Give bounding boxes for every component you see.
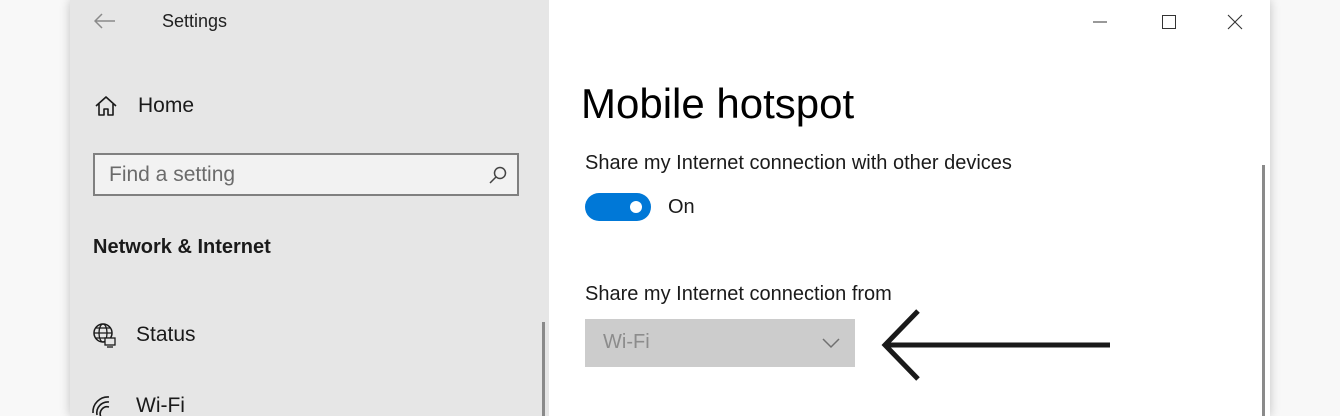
wifi-icon bbox=[90, 392, 118, 416]
dropdown-value: Wi-Fi bbox=[603, 331, 650, 353]
share-from-label: Share my Internet connection from bbox=[585, 283, 892, 305]
main-content: Mobile hotspot Share my Internet connect… bbox=[549, 0, 1270, 416]
sidebar-item-label: Status bbox=[136, 323, 196, 346]
content-scrollbar[interactable] bbox=[1262, 165, 1265, 416]
maximize-button[interactable] bbox=[1149, 6, 1189, 38]
toggle-state-label: On bbox=[668, 196, 695, 218]
minimize-button[interactable] bbox=[1080, 6, 1120, 38]
connection-source-dropdown[interactable]: Wi-Fi bbox=[585, 319, 855, 367]
search-icon[interactable] bbox=[488, 165, 508, 185]
sidebar-item-home[interactable]: Home bbox=[92, 92, 194, 120]
chevron-down-icon bbox=[822, 338, 840, 349]
maximize-icon bbox=[1162, 15, 1176, 29]
back-arrow-icon bbox=[94, 13, 115, 29]
search-box[interactable] bbox=[93, 153, 519, 196]
toggle-knob bbox=[630, 201, 642, 213]
sidebar: Settings Home Network & Internet bbox=[70, 0, 549, 416]
sidebar-item-label: Home bbox=[138, 94, 195, 117]
search-input[interactable] bbox=[109, 155, 479, 194]
back-button[interactable] bbox=[90, 6, 120, 36]
sidebar-scrollbar[interactable] bbox=[542, 322, 545, 416]
section-heading: Network & Internet bbox=[93, 236, 271, 258]
desktop-background: Settings Home Network & Internet bbox=[0, 0, 1340, 416]
globe-monitor-icon bbox=[90, 321, 118, 349]
page-title: Mobile hotspot bbox=[581, 80, 855, 127]
close-button[interactable] bbox=[1215, 6, 1255, 38]
minimize-icon bbox=[1093, 21, 1107, 23]
settings-window: Settings Home Network & Internet bbox=[70, 0, 1270, 416]
pointer-arrow-icon bbox=[881, 309, 1110, 381]
hotspot-toggle[interactable] bbox=[585, 193, 651, 221]
home-icon bbox=[92, 92, 120, 120]
sidebar-item-status[interactable]: Status bbox=[90, 321, 196, 349]
app-title: Settings bbox=[162, 11, 228, 31]
sidebar-item-wifi[interactable]: Wi-Fi bbox=[90, 392, 185, 416]
close-icon bbox=[1227, 14, 1243, 30]
share-connection-label: Share my Internet connection with other … bbox=[585, 152, 1012, 174]
sidebar-item-label: Wi-Fi bbox=[136, 394, 185, 416]
